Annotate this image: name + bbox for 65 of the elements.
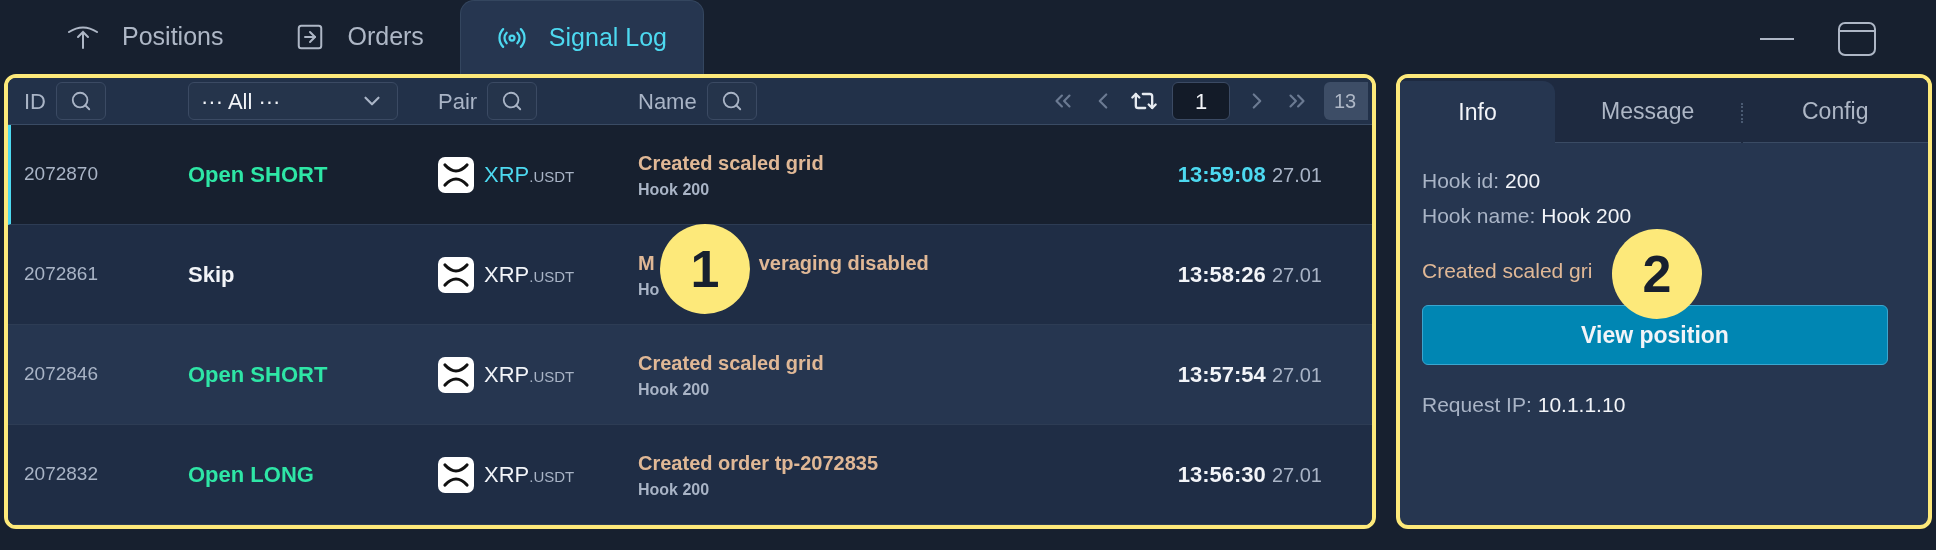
action-cell-text: Open SHORT	[188, 361, 329, 389]
action-cell-text: Open LONG	[188, 461, 315, 489]
signal-name: veraging disabled	[758, 250, 929, 276]
field-value: 10.1.1.10	[1537, 391, 1626, 418]
field-label: Hook id:	[1422, 167, 1500, 194]
column-label: Name	[638, 87, 697, 116]
xrp-logo-icon	[438, 156, 474, 193]
id-cell-text: 2072870	[24, 162, 99, 187]
column-label: ID	[24, 87, 46, 116]
minimize-icon[interactable]	[1760, 37, 1794, 41]
hook-name: Hook 200	[638, 479, 710, 500]
hook-name: Ho	[638, 279, 660, 300]
nav-tab[interactable]: Signal Log	[459, 0, 704, 74]
field-label: Request IP:	[1422, 391, 1532, 418]
time-cell-text: 13:57:54 27.01	[1177, 361, 1322, 389]
pair-cell-text: XRP.USDT	[484, 361, 575, 389]
page-field[interactable]: 1	[1172, 82, 1230, 120]
id-cell-text: 2072861	[24, 262, 99, 287]
table-row[interactable]: 2072846 Open SHORT XRP.USDT Created scaled grid Hook 200 13:57:54 27.01	[8, 325, 1372, 425]
pair-cell-text: XRP.USDT	[484, 461, 575, 489]
table-row[interactable]: 2072832 Open LONG XRP.USDT Created order tp-2072835 Hook 200 13:56:30 27.01	[8, 425, 1372, 525]
signal-name: Created order tp-2072835	[638, 450, 879, 476]
field-value: Hook 200	[1541, 202, 1632, 229]
id-cell-text: 2072832	[24, 462, 99, 487]
pair-cell-text: XRP.USDT	[484, 161, 575, 189]
xrp-logo-icon	[438, 356, 474, 393]
signal-name: Created scaled grid	[638, 350, 824, 376]
field-value: 200	[1505, 167, 1541, 194]
time-cell-text: 13:56:30 27.01	[1177, 461, 1322, 489]
callout-badge: 2	[1612, 229, 1702, 319]
pair-cell-text: XRP.USDT	[484, 261, 575, 289]
window-icon[interactable]	[1838, 22, 1876, 56]
action-cell-text: Skip	[188, 261, 236, 289]
arrow-up-arc-icon	[66, 24, 100, 50]
filter-dropdown[interactable]: ··· All ···	[188, 82, 398, 120]
time-cell-text: 13:59:08 27.01	[1177, 161, 1322, 189]
search-icon	[720, 90, 743, 112]
search-icon	[501, 90, 524, 112]
signal-message: Created scaled gri	[1422, 258, 1593, 285]
hook-name: Hook 200	[638, 179, 710, 200]
id-cell-text: 2072846	[24, 362, 99, 387]
callout-badge: 1	[660, 223, 750, 314]
search-button[interactable]	[706, 82, 757, 120]
column-label: Pair	[438, 87, 478, 116]
search-button[interactable]	[56, 82, 106, 120]
signal-name: Created scaled grid	[638, 150, 824, 176]
details-tab[interactable]: Config	[1742, 81, 1928, 143]
hook-name: Hook 200	[638, 379, 710, 400]
xrp-logo-icon	[438, 256, 474, 293]
nav-tab[interactable]: Positions	[30, 0, 260, 74]
tab-separator-icon	[1740, 103, 1743, 123]
nav-tab[interactable]: Orders	[259, 0, 460, 74]
field-label: Hook name:	[1422, 202, 1536, 229]
time-cell-text: 13:58:26 27.01	[1177, 261, 1322, 289]
page-count: 13	[1324, 82, 1368, 120]
search-button[interactable]	[487, 82, 538, 120]
table-row[interactable]: 2072861 Skip XRP.USDT M veraging disabled Ho 1 13:58:26 27.01	[8, 225, 1372, 325]
details-tab[interactable]: Message	[1555, 81, 1741, 143]
xrp-logo-icon	[438, 456, 474, 493]
signal-name: M	[638, 250, 655, 276]
view-position-button[interactable]: View position	[1422, 305, 1888, 365]
details-tab[interactable]: Info	[1400, 81, 1555, 143]
table-row[interactable]: 2072870 Open SHORT XRP.USDT Created scaled grid Hook 200 13:59:08 27.01	[8, 125, 1372, 225]
search-icon	[70, 90, 92, 112]
action-cell-text: Open SHORT	[188, 161, 329, 189]
